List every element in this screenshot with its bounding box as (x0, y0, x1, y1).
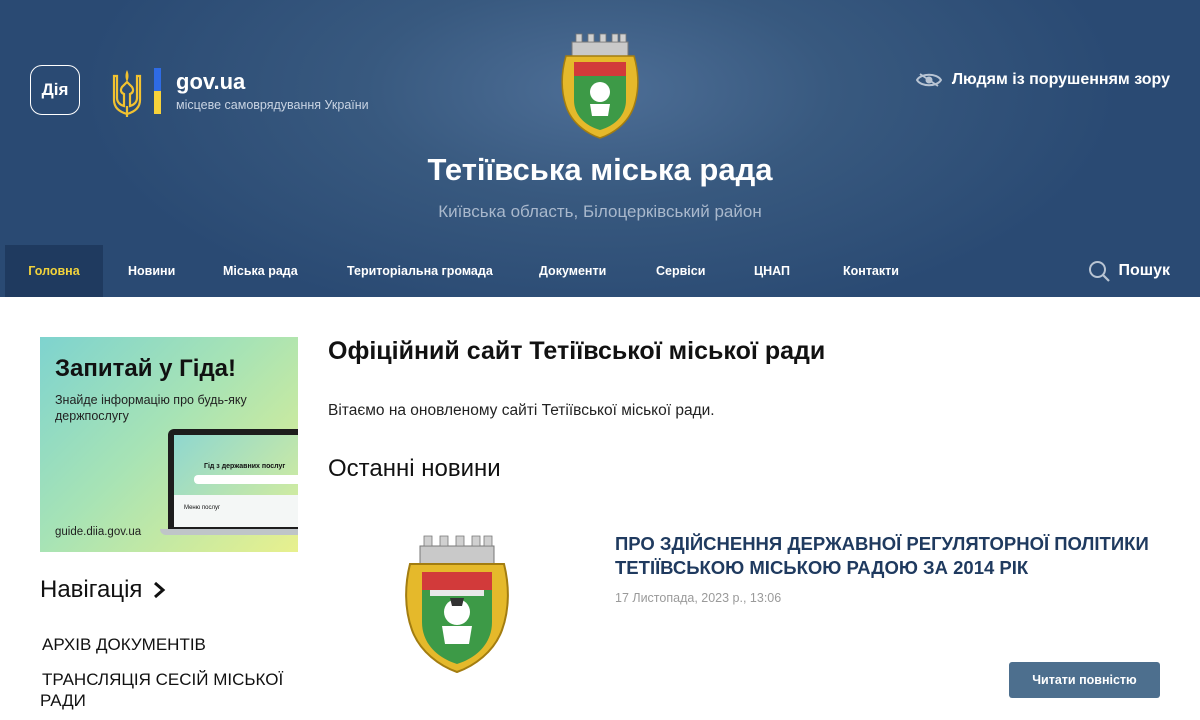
coat-of-arms-icon (561, 33, 639, 139)
news-item-date: 17 Листопада, 2023 р., 13:06 (615, 591, 782, 605)
news-heading: Останні новини (328, 455, 501, 482)
search-icon (1089, 261, 1111, 282)
nav-item-community[interactable]: Територіальна громада (347, 245, 493, 297)
nav-item-cnap[interactable]: ЦНАП (754, 245, 790, 297)
eye-icon (915, 73, 942, 87)
gov-title: gov.ua (176, 69, 246, 94)
site-subtitle: Київська область, Білоцерківський район (438, 202, 762, 221)
search-label: Пошук (1118, 262, 1170, 279)
laptop-image: Гід з державних послуг Меню послуг (168, 429, 298, 529)
nav-item-home[interactable]: Головна (5, 245, 103, 297)
diia-button[interactable]: Дія (30, 65, 80, 115)
gov-subtitle: місцеве самоврядування України (176, 98, 369, 112)
nav-item-documents[interactable]: Документи (539, 245, 606, 297)
trident-icon (112, 70, 142, 117)
nav-item-contacts[interactable]: Контакти (843, 245, 899, 297)
govua-link[interactable]: gov.ua місцеве самоврядування України (110, 68, 369, 118)
nav-item-news[interactable]: Новини (128, 245, 175, 297)
accessibility-label: Людям із порушенням зору (951, 71, 1170, 88)
main-nav: Головна Новини Міська рада Територіальна… (0, 245, 1200, 297)
site-header: Дія gov.ua місцеве самоврядування Україн… (0, 0, 1200, 297)
accessibility-link[interactable]: Людям із порушенням зору (915, 70, 1170, 90)
diia-guide-banner[interactable]: Запитай у Гіда! Знайде інформацію про бу… (40, 337, 298, 552)
coat-of-arms-icon[interactable] (402, 532, 512, 674)
laptop-screen-menu: Меню послуг (184, 505, 221, 511)
laptop-screen-text: Гід з державних послуг (204, 463, 286, 470)
ukraine-flag (154, 68, 161, 114)
sidebar-nav-heading-label: Навігація (40, 576, 143, 603)
banner-title: Запитай у Гіда! (55, 355, 237, 382)
sidebar-link-sessions[interactable]: Трансляція сесій міської ради (40, 669, 300, 711)
page-title: Офіційний сайт Тетіївської міської ради (328, 337, 826, 365)
page-intro: Вітаємо на оновленому сайті Тетіївської … (328, 402, 715, 419)
nav-item-council[interactable]: Міська рада (223, 245, 298, 297)
search-button[interactable]: Пошук (1088, 245, 1170, 297)
banner-url: guide.diia.gov.ua (55, 526, 142, 538)
nav-item-services[interactable]: Сервіси (656, 245, 705, 297)
banner-subtitle: Знайде інформацію про будь-яку держпослу… (55, 393, 247, 423)
news-item-title[interactable]: Про здійснення державної регуляторної по… (615, 532, 1160, 580)
read-more-button[interactable]: Читати повністю (1009, 662, 1160, 698)
site-title: Тетіївська міська рада (427, 152, 773, 187)
chevron-right-icon (154, 581, 166, 599)
sidebar-link-archive[interactable]: Архів документів (40, 634, 300, 655)
sidebar-nav-heading[interactable]: Навігація (40, 576, 166, 604)
